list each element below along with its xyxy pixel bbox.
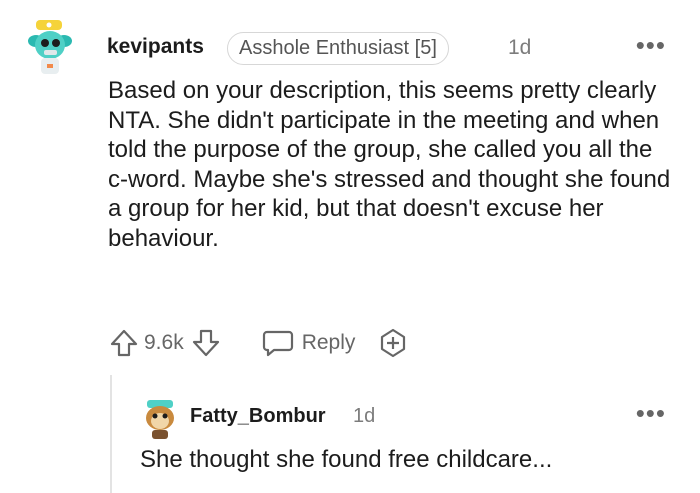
user-avatar[interactable]: [22, 14, 84, 76]
reply-body: She thought she found free childcare...: [140, 446, 553, 473]
more-options-icon[interactable]: •••: [636, 30, 666, 61]
upvote-icon[interactable]: [108, 327, 140, 359]
user-flair-badge: Asshole Enthusiast [5]: [227, 32, 449, 65]
reply-user-avatar[interactable]: [141, 398, 179, 440]
reply-more-options-icon[interactable]: •••: [636, 398, 666, 429]
vote-count: 9.6k: [144, 331, 184, 354]
thread-line[interactable]: [110, 375, 112, 493]
comment-body: Based on your description, this seems pr…: [108, 77, 671, 252]
reply-timestamp[interactable]: 1d: [353, 405, 375, 428]
reply-username[interactable]: Fatty_Bombur: [190, 405, 326, 428]
comment-username[interactable]: kevipants: [107, 35, 204, 59]
reply-label: Reply: [301, 331, 356, 354]
add-award-icon[interactable]: [377, 327, 409, 359]
downvote-icon[interactable]: [190, 327, 222, 359]
comment-timestamp[interactable]: 1d: [508, 36, 531, 60]
reply-button[interactable]: Reply: [262, 328, 356, 358]
reply-bubble-icon: [262, 328, 294, 358]
comment-actions-bar: 9.6k Reply: [108, 324, 409, 362]
